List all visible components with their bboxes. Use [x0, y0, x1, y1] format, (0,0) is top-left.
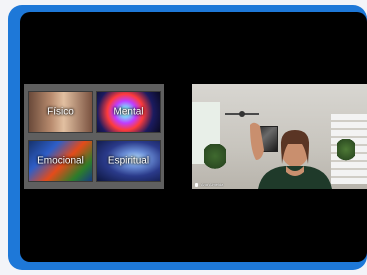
participant-video	[240, 120, 350, 189]
participant-video-tile[interactable]: Ana Almeida	[192, 84, 367, 189]
participant-name-label: Ana Almeida	[195, 182, 223, 187]
quadrant-label: Espiritual	[107, 155, 150, 167]
microphone-icon	[195, 182, 198, 187]
quadrant-label: Físico	[47, 106, 74, 118]
slide-quadrant-fisico: Físico	[28, 91, 93, 133]
quadrant-label: Mental	[113, 106, 144, 118]
slide-quadrant-emocional: Emocional	[28, 140, 93, 182]
shared-screen-tile[interactable]: Físico Mental Emocional Espiritual	[24, 84, 164, 189]
room-plant	[204, 144, 226, 174]
quadrant-label: Emocional	[37, 155, 84, 167]
slide-quadrant-espiritual: Espiritual	[96, 140, 161, 182]
presentation-slide: Físico Mental Emocional Espiritual	[24, 84, 164, 189]
meeting-screen: Físico Mental Emocional Espiritual Ana A…	[20, 12, 367, 262]
participant-name: Ana Almeida	[200, 182, 224, 187]
slide-quadrant-mental: Mental	[96, 91, 161, 133]
ceiling-fan	[225, 110, 259, 118]
